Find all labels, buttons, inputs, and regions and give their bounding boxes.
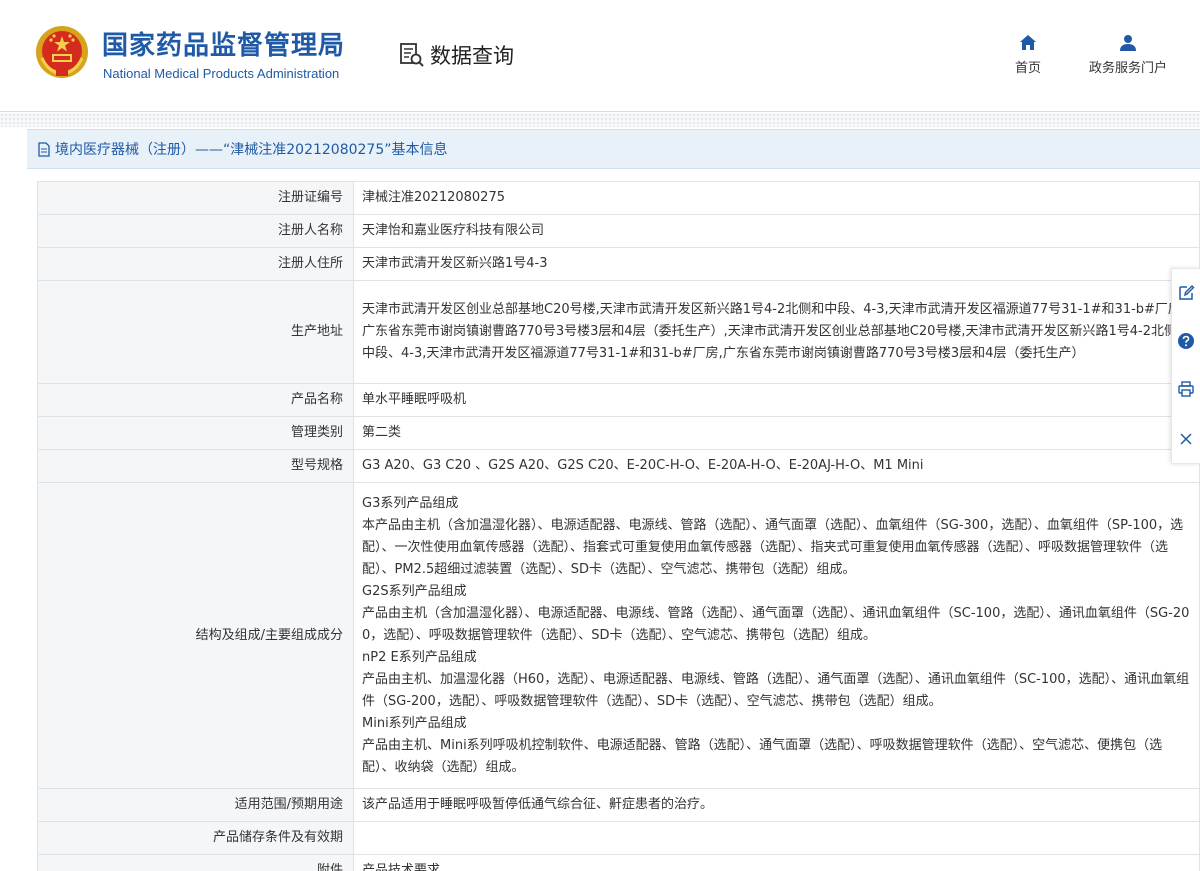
field-label: 产品储存条件及有效期 xyxy=(37,821,354,855)
table-row: 注册人名称 天津怡和嘉业医疗科技有限公司 xyxy=(37,214,1200,248)
field-value: 单水平睡眠呼吸机 xyxy=(353,383,1200,417)
table-row: 结构及组成/主要组成成分 G3系列产品组成 本产品由主机（含加温湿化器）、电源适… xyxy=(37,482,1200,789)
field-label: 注册人住所 xyxy=(37,247,354,281)
edit-button[interactable] xyxy=(1176,283,1196,303)
nav-portal-label: 政务服务门户 xyxy=(1088,61,1167,76)
field-label: 适用范围/预期用途 xyxy=(37,788,354,822)
brand-name-en[interactable]: National Medical Products Administration xyxy=(103,66,339,81)
field-label: 生产地址 xyxy=(37,280,354,384)
structure-line: nP2 E系列产品组成 xyxy=(362,649,477,665)
edit-icon xyxy=(1179,285,1195,300)
national-emblem-icon[interactable] xyxy=(34,24,90,80)
home-icon xyxy=(1020,35,1036,50)
data-query-link[interactable]: 数据查询 xyxy=(398,40,514,70)
field-value: 津械注准20212080275 xyxy=(353,181,1200,215)
nav-gov-service-portal[interactable]: 政务服务门户 xyxy=(1080,34,1176,76)
table-row: 附件 产品技术要求 xyxy=(37,854,1200,871)
field-value: 天津市武清开发区创业总部基地C20号楼,天津市武清开发区新兴路1号4-2北侧和中… xyxy=(353,280,1200,384)
structure-line: 产品由主机（含加温湿化器）、电源适配器、电源线、管路（选配）、通气面罩（选配）、… xyxy=(362,605,1190,643)
close-button[interactable] xyxy=(1176,429,1196,449)
field-value: G3 A20、G3 C20 、G2S A20、G2S C20、E-20C-H-O… xyxy=(353,449,1200,483)
field-label: 结构及组成/主要组成成分 xyxy=(37,482,354,789)
field-label: 注册证编号 xyxy=(37,181,354,215)
close-icon xyxy=(1180,433,1192,445)
structure-line: 产品由主机、加温湿化器（H60，选配）、电源适配器、电源线、管路（选配）、通气面… xyxy=(362,671,1190,709)
field-label: 产品名称 xyxy=(37,383,354,417)
document-icon xyxy=(38,141,50,157)
table-row: 产品储存条件及有效期 xyxy=(37,821,1200,855)
table-row: 生产地址 天津市武清开发区创业总部基地C20号楼,天津市武清开发区新兴路1号4-… xyxy=(37,280,1200,384)
print-icon xyxy=(1178,381,1194,397)
help-icon xyxy=(1178,333,1194,349)
table-row: 型号规格 G3 A20、G3 C20 、G2S A20、G2S C20、E-20… xyxy=(37,449,1200,483)
table-row: 管理类别 第二类 xyxy=(37,416,1200,450)
field-value: 天津怡和嘉业医疗科技有限公司 xyxy=(353,214,1200,248)
field-value: 产品技术要求 xyxy=(353,854,1200,871)
nav-home-label: 首页 xyxy=(1014,61,1041,76)
brand-name-cn[interactable]: 国家药品监督管理局 xyxy=(102,30,345,62)
search-document-icon xyxy=(400,43,424,67)
side-toolbar xyxy=(1171,268,1200,464)
field-label: 附件 xyxy=(37,854,354,871)
header-divider-band xyxy=(0,113,1200,127)
table-row: 注册证编号 津械注准20212080275 xyxy=(37,181,1200,215)
registration-info-table: 注册证编号 津械注准20212080275 注册人名称 天津怡和嘉业医疗科技有限… xyxy=(37,181,1200,871)
page-title: 境内医疗器械（注册）——“津械注准20212080275”基本信息 xyxy=(55,142,448,158)
help-button[interactable] xyxy=(1176,331,1196,351)
structure-line: 本产品由主机（含加温湿化器）、电源适配器、电源线、管路（选配）、通气面罩（选配）… xyxy=(362,517,1184,577)
field-value: G3系列产品组成 本产品由主机（含加温湿化器）、电源适配器、电源线、管路（选配）… xyxy=(353,482,1200,789)
field-value: 天津市武清开发区新兴路1号4-3 xyxy=(353,247,1200,281)
print-button[interactable] xyxy=(1176,379,1196,399)
table-row: 产品名称 单水平睡眠呼吸机 xyxy=(37,383,1200,417)
field-value xyxy=(353,821,1200,855)
data-query-label: 数据查询 xyxy=(430,44,514,68)
site-header: 国家药品监督管理局 National Medical Products Admi… xyxy=(0,0,1200,112)
table-row: 注册人住所 天津市武清开发区新兴路1号4-3 xyxy=(37,247,1200,281)
field-value: 该产品适用于睡眠呼吸暂停低通气综合征、鼾症患者的治疗。 xyxy=(353,788,1200,822)
field-label: 管理类别 xyxy=(37,416,354,450)
nav-home[interactable]: 首页 xyxy=(1006,34,1050,76)
structure-line: G2S系列产品组成 xyxy=(362,583,467,599)
structure-line: Mini系列产品组成 xyxy=(362,715,467,731)
structure-line: G3系列产品组成 xyxy=(362,495,459,511)
field-label: 注册人名称 xyxy=(37,214,354,248)
detail-title-bar: 境内医疗器械（注册）——“津械注准20212080275”基本信息 xyxy=(27,129,1200,169)
structure-line: 产品由主机、Mini系列呼吸机控制软件、电源适配器、管路（选配）、通气面罩（选配… xyxy=(362,737,1163,775)
field-label: 型号规格 xyxy=(37,449,354,483)
user-icon xyxy=(1120,35,1136,51)
field-value: 第二类 xyxy=(353,416,1200,450)
table-row: 适用范围/预期用途 该产品适用于睡眠呼吸暂停低通气综合征、鼾症患者的治疗。 xyxy=(37,788,1200,822)
